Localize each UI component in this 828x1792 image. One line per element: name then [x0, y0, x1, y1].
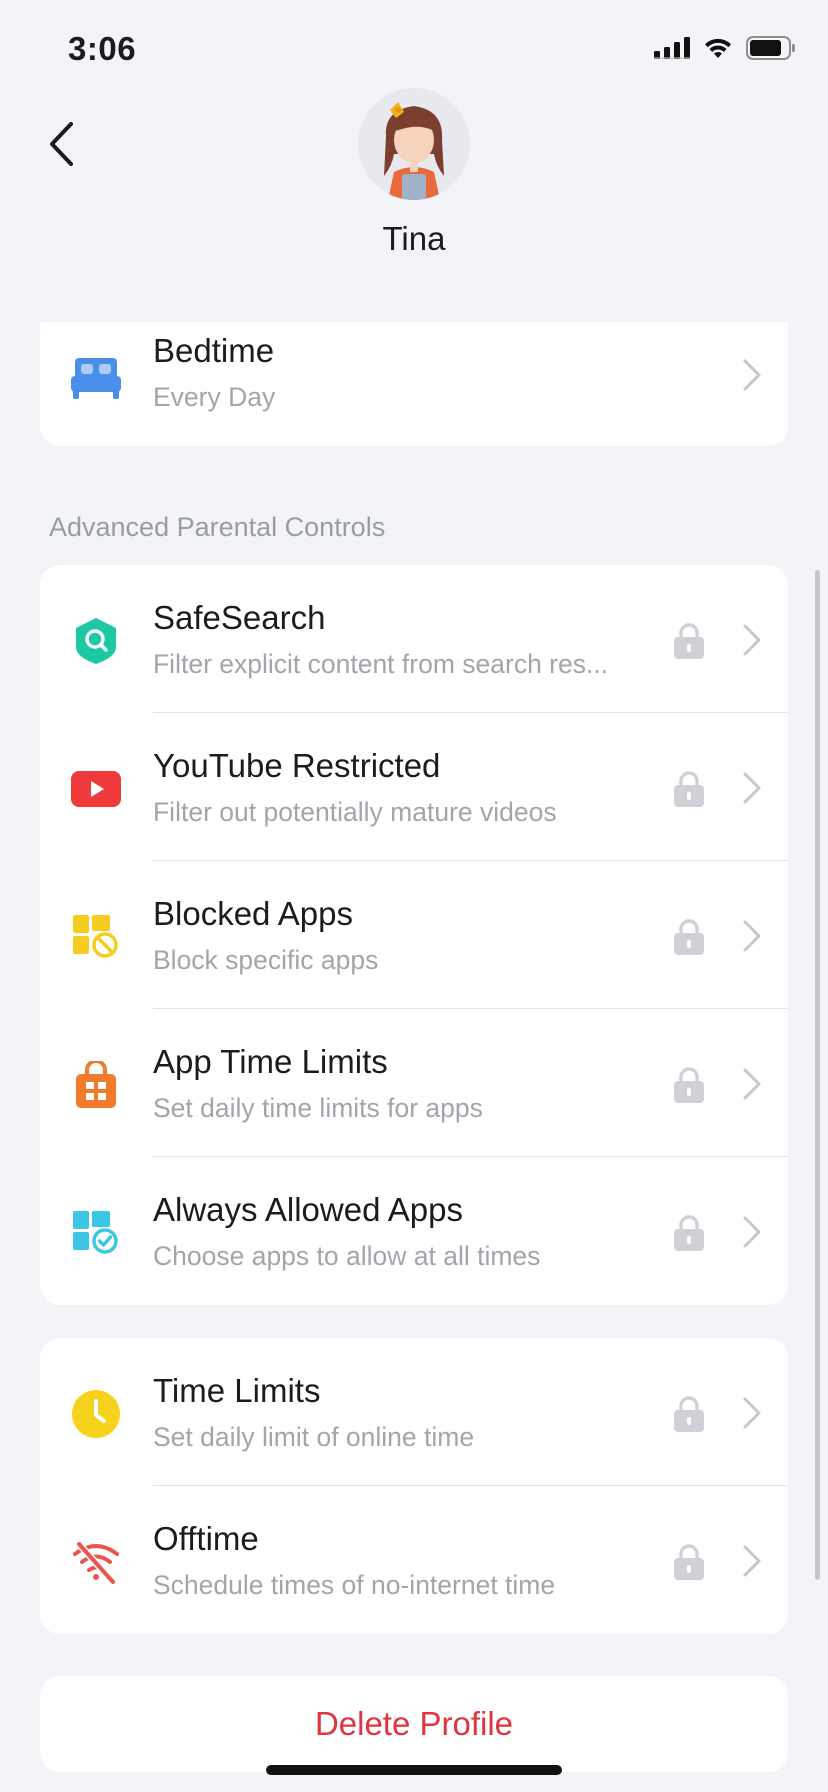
chevron-right-icon	[743, 1068, 761, 1100]
row-title: Time Limits	[153, 1372, 321, 1409]
status-icons	[654, 36, 796, 60]
profile-settings-screen: 3:06 Tina Bedtime Every Day Advanced Par…	[0, 0, 828, 1792]
home-indicator	[266, 1765, 562, 1775]
row-subtitle: Block specific apps	[153, 945, 379, 975]
back-chevron-icon[interactable]	[44, 118, 80, 170]
list-item-always-allowed-apps[interactable]: Always Allowed Apps Choose apps to allow…	[40, 1157, 788, 1305]
clock-icon	[70, 1388, 122, 1440]
list-item-blocked-apps[interactable]: Blocked Apps Block specific apps	[40, 861, 788, 1009]
row-title: SafeSearch	[153, 599, 326, 636]
chevron-right-icon	[743, 772, 761, 804]
chevron-right-icon	[743, 359, 761, 391]
row-subtitle: Filter out potentially mature videos	[153, 797, 557, 827]
list-item-safesearch[interactable]: SafeSearch Filter explicit content from …	[40, 565, 788, 713]
time-controls-card: Time Limits Set daily limit of online ti…	[40, 1338, 788, 1634]
lock-icon	[674, 1396, 704, 1432]
lock-icon	[674, 1215, 704, 1251]
row-subtitle: Set daily time limits for apps	[153, 1093, 483, 1123]
list-item-time-limits[interactable]: Time Limits Set daily limit of online ti…	[40, 1338, 788, 1486]
delete-profile-card: Delete Profile	[40, 1676, 788, 1772]
youtube-icon	[70, 763, 122, 815]
chevron-right-icon	[743, 920, 761, 952]
row-title: App Time Limits	[153, 1043, 388, 1080]
bedtime-row[interactable]: Bedtime Every Day	[40, 322, 788, 446]
status-time: 3:06	[68, 30, 137, 67]
battery-icon	[746, 36, 795, 60]
row-subtitle: Choose apps to allow at all times	[153, 1241, 541, 1271]
row-subtitle: Every Day	[153, 382, 276, 412]
chevron-right-icon	[743, 624, 761, 656]
lock-icon	[674, 919, 704, 955]
row-subtitle: Schedule times of no-internet time	[153, 1570, 556, 1600]
avatar	[358, 88, 470, 200]
bedtime-card: Bedtime Every Day	[40, 322, 788, 446]
row-title: Offtime	[153, 1520, 259, 1557]
no-wifi-icon	[70, 1536, 122, 1588]
allowed-apps-icon	[70, 1207, 122, 1259]
chevron-right-icon	[743, 1216, 761, 1248]
chevron-right-icon	[743, 1545, 761, 1577]
profile-name: Tina	[382, 220, 446, 257]
blocked-apps-icon	[70, 911, 122, 963]
signal-icon	[654, 37, 690, 59]
list-item-app-time-limits[interactable]: App Time Limits Set daily time limits fo…	[40, 1009, 788, 1157]
scrollbar[interactable]	[815, 570, 820, 1580]
app-time-limit-icon	[70, 1059, 122, 1111]
chevron-right-icon	[743, 1397, 761, 1429]
list-item-offtime[interactable]: Offtime Schedule times of no-internet ti…	[40, 1486, 788, 1634]
row-title: YouTube Restricted	[153, 747, 441, 784]
row-title: Bedtime	[153, 332, 275, 369]
delete-profile-button[interactable]: Delete Profile	[315, 1705, 513, 1743]
lock-icon	[674, 1544, 704, 1580]
advanced-controls-card: SafeSearch Filter explicit content from …	[40, 565, 788, 1305]
section-label: Advanced Parental Controls	[49, 512, 386, 542]
bed-icon	[70, 352, 122, 404]
lock-icon	[674, 771, 704, 807]
row-title: Blocked Apps	[153, 895, 353, 932]
shield-search-icon	[70, 615, 122, 667]
lock-icon	[674, 623, 704, 659]
wifi-icon	[705, 38, 731, 58]
lock-icon	[674, 1067, 704, 1103]
list-item-youtube-restricted[interactable]: YouTube Restricted Filter out potentiall…	[40, 713, 788, 861]
row-title: Always Allowed Apps	[153, 1191, 464, 1228]
row-subtitle: Set daily limit of online time	[153, 1422, 475, 1452]
row-subtitle: Filter explicit content from search res.…	[153, 649, 609, 679]
girl-avatar-icon	[358, 88, 470, 200]
